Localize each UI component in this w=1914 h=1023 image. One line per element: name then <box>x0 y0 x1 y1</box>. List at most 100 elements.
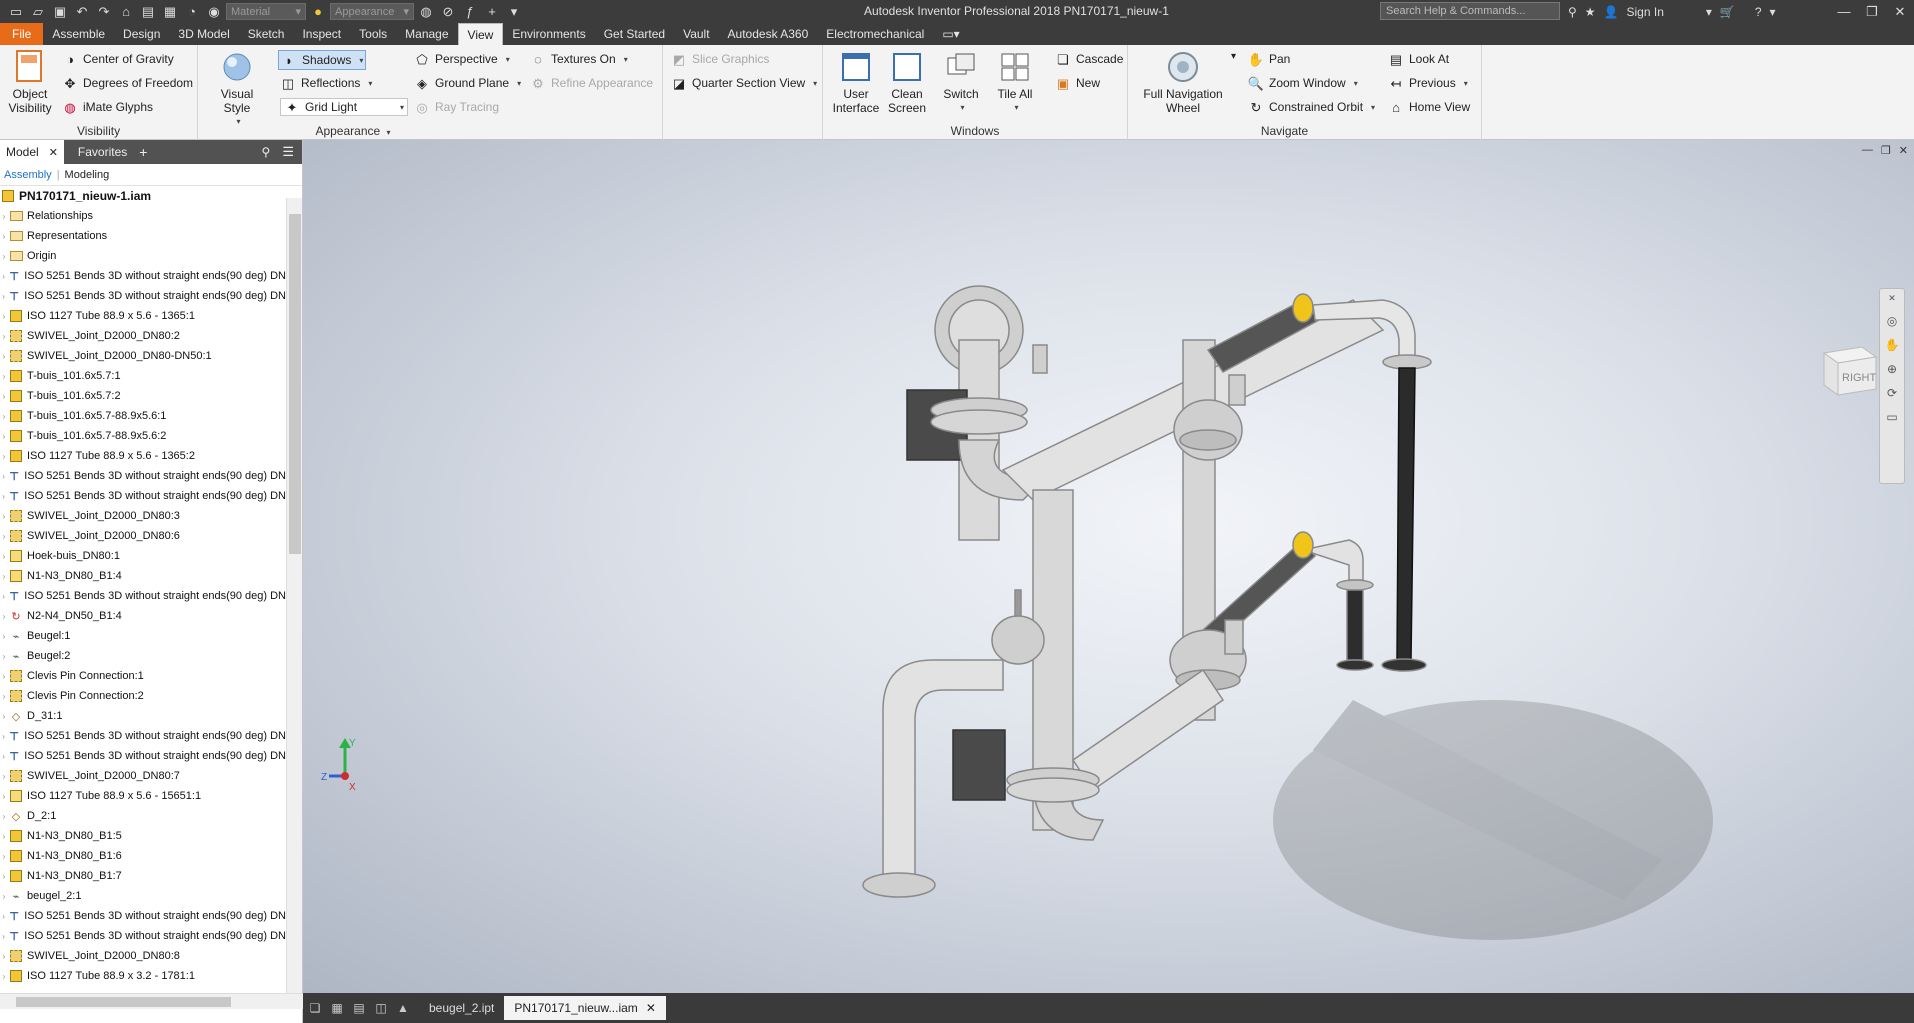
expand-chevron-icon[interactable]: › <box>0 632 8 641</box>
tree-item[interactable]: › SWIVEL_Joint_D2000_DN80:7 <box>0 766 286 786</box>
tree-item[interactable]: › N1-N3_DN80_B1:6 <box>0 846 286 866</box>
expand-chevron-icon[interactable]: › <box>0 812 8 821</box>
expand-chevron-icon[interactable]: › <box>0 752 7 761</box>
expand-chevron-icon[interactable]: › <box>0 372 8 381</box>
tree-item[interactable]: › N1-N3_DN80_B1:7 <box>0 866 286 886</box>
expand-chevron-icon[interactable]: › <box>0 532 8 541</box>
close-icon[interactable]: ✕ <box>1886 0 1914 23</box>
expand-chevron-icon[interactable]: › <box>0 952 8 961</box>
expand-chevron-icon[interactable]: › <box>0 412 8 421</box>
expand-chevron-icon[interactable]: › <box>0 332 8 341</box>
redo-icon[interactable]: ↷ <box>94 3 114 21</box>
tree-item[interactable]: › ↻ N2-N4_DN50_B1:4 <box>0 606 286 626</box>
tab-autodesk-a360[interactable]: Autodesk A360 <box>719 23 818 45</box>
tree-item[interactable]: › SWIVEL_Joint_D2000_DN80:2 <box>0 326 286 346</box>
expand-chevron-icon[interactable]: › <box>0 352 8 361</box>
help-dropdown-icon[interactable]: ▾ <box>1770 5 1776 19</box>
tree-item[interactable]: › ⊤ ISO 5251 Bends 3D without straight end… <box>0 746 286 766</box>
tree-item[interactable]: › ⌁ Beugel:2 <box>0 646 286 666</box>
look-at-button[interactable]: ▤ Look At <box>1388 51 1449 67</box>
tab-environments[interactable]: Environments <box>503 23 594 45</box>
expand-chevron-icon[interactable]: › <box>0 872 8 881</box>
ray-tracing-button[interactable]: ◎ Ray Tracing <box>414 99 499 115</box>
fx-icon[interactable]: ƒ <box>460 3 480 21</box>
home-view-button[interactable]: ⌂ Home View <box>1388 99 1470 115</box>
document-tab[interactable]: PN170171_nieuw...iam ✕ <box>504 996 666 1020</box>
perspective-button[interactable]: ⬠ Perspective ▾ <box>414 51 509 67</box>
navbar-pan-icon[interactable]: ✋ <box>1885 338 1900 352</box>
expand-chevron-icon[interactable]: › <box>0 852 8 861</box>
tree-item[interactable]: › ⊤ ISO 5251 Bends 3D without straight end… <box>0 906 286 926</box>
user-icon[interactable]: 👤 <box>1604 5 1619 19</box>
menu-icon[interactable]: ☰ <box>282 144 294 160</box>
tree-item[interactable]: › Origin <box>0 246 286 266</box>
clear-icon[interactable]: ⊘ <box>438 3 458 21</box>
tree-item[interactable]: › ◇ D_2:1 <box>0 806 286 826</box>
close-icon[interactable]: ✕ <box>49 146 58 159</box>
tree-item[interactable]: › ⊤ ISO 5251 Bends 3D without straight end… <box>0 286 286 306</box>
tree-item[interactable]: › ⊤ ISO 5251 Bends 3D without straight end… <box>0 466 286 486</box>
shadows-dropdown-icon[interactable]: ▾ <box>359 56 363 65</box>
expand-chevron-icon[interactable]: › <box>0 452 8 461</box>
tree-item[interactable]: › ⌁ Beugel:1 <box>0 626 286 646</box>
expand-chevron-icon[interactable]: › <box>0 212 8 221</box>
print-icon[interactable]: ▤ <box>138 3 158 21</box>
new-file-icon[interactable]: ▭ <box>6 3 26 21</box>
navbar-look-at-icon[interactable]: ▭ <box>1886 410 1897 424</box>
new-window-button[interactable]: ▣ New <box>1055 75 1100 91</box>
search-input[interactable]: Search Help & Commands... <box>1380 2 1560 20</box>
expand-chevron-icon[interactable]: › <box>0 912 7 921</box>
tab-vault[interactable]: Vault <box>674 23 718 45</box>
tree-item[interactable]: › SWIVEL_Joint_D2000_DN80:8 <box>0 946 286 966</box>
slice-graphics-button[interactable]: ◩ Slice Graphics <box>671 51 770 67</box>
restore-icon[interactable]: ❐ <box>1858 0 1886 23</box>
expand-chevron-icon[interactable]: › <box>0 772 8 781</box>
viewcube[interactable]: RIGHT <box>1818 335 1882 399</box>
cart-icon[interactable]: 🛒 <box>1720 5 1735 19</box>
minimize-icon[interactable]: — <box>1830 0 1858 23</box>
graphics-viewport[interactable]: — ❐ ✕ RIGHT ✕ ◎ ✋ ⊕ ⟳ ▭ Y Z X <box>303 140 1914 993</box>
switch-button[interactable]: Switch ▾ <box>939 49 983 115</box>
tree-item[interactable]: › SWIVEL_Joint_D2000_DN80:6 <box>0 526 286 546</box>
expand-chevron-icon[interactable]: › <box>0 312 8 321</box>
tab-manage[interactable]: Manage <box>396 23 457 45</box>
constrained-orbit-button[interactable]: ↻ Constrained Orbit ▾ <box>1248 99 1376 115</box>
lighting-style-select[interactable]: ✦ Grid Light ▾ <box>280 98 408 116</box>
material-dropdown[interactable]: Material ▾ <box>226 3 306 20</box>
expand-chevron-icon[interactable]: › <box>0 292 7 301</box>
update-icon[interactable]: ▦ <box>160 3 180 21</box>
expand-chevron-icon[interactable]: › <box>0 572 8 581</box>
tab-sketch[interactable]: Sketch <box>239 23 294 45</box>
expand-chevron-icon[interactable]: › <box>0 592 7 601</box>
expand-chevron-icon[interactable]: › <box>0 552 8 561</box>
customize-icon[interactable]: ▾ <box>504 3 524 21</box>
tab-get-started[interactable]: Get Started <box>595 23 674 45</box>
tile-horizontal-icon[interactable]: ▤ <box>349 998 369 1018</box>
tree-item[interactable]: › ⊤ ISO 5251 Bends 3D without straight end… <box>0 586 286 606</box>
ground-plane-button[interactable]: ◈ Ground Plane ▾ <box>414 75 521 91</box>
tree-item[interactable]: › ISO 1127 Tube 88.9 x 3.2 - 1781:1 <box>0 966 286 986</box>
star-icon[interactable]: ★ <box>1585 5 1596 19</box>
pan-button[interactable]: ✋ Pan <box>1248 51 1290 67</box>
tree-item[interactable]: › ◇ D_31:1 <box>0 706 286 726</box>
degrees-of-freedom-button[interactable]: ✥ Degrees of Freedom <box>62 75 194 91</box>
quarter-section-view-button[interactable]: ◪ Quarter Section View ▾ <box>671 75 817 91</box>
user-interface-button[interactable]: User Interface <box>831 49 881 115</box>
expand-chevron-icon[interactable]: › <box>0 232 8 241</box>
navigation-wheel-dropdown-icon[interactable]: ▾ <box>1231 51 1236 62</box>
tile-all-button[interactable]: Tile All ▾ <box>993 49 1037 115</box>
tab-3d-model[interactable]: 3D Model <box>169 23 238 45</box>
navbar-zoom-icon[interactable]: ⊕ <box>1887 362 1897 376</box>
expand-chevron-icon[interactable]: › <box>0 672 8 681</box>
expand-chevron-icon[interactable]: › <box>0 712 8 721</box>
tree-item[interactable]: › ⊤ ISO 5251 Bends 3D without straight end… <box>0 486 286 506</box>
expand-chevron-icon[interactable]: › <box>0 612 8 621</box>
refine-appearance-button[interactable]: ⚙ Refine Appearance <box>530 75 653 91</box>
expand-chevron-icon[interactable]: › <box>0 732 7 741</box>
tab-tools[interactable]: Tools <box>350 23 396 45</box>
shadows-button[interactable]: ◗ Shadows ▾ <box>278 50 367 70</box>
tab-design[interactable]: Design <box>114 23 169 45</box>
tree-item[interactable]: › ISO 1127 Tube 88.9 x 5.6 - 1365:2 <box>0 446 286 466</box>
object-visibility-button[interactable]: Object Visibility <box>6 49 54 115</box>
tab-file[interactable]: File <box>0 23 44 45</box>
